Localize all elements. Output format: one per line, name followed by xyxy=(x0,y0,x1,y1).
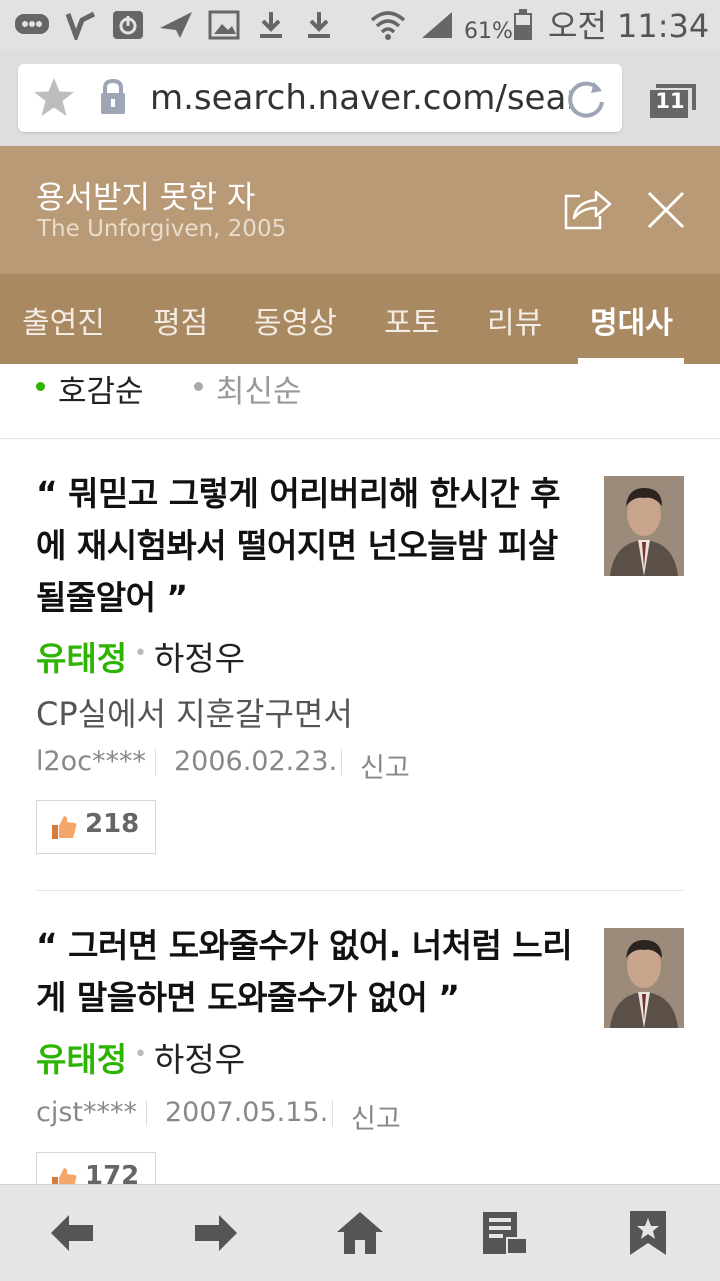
browser-bottom-nav xyxy=(0,1184,720,1281)
sort-popular[interactable]: 호감순 xyxy=(58,366,144,411)
sort-filter: 호감순 최신순 xyxy=(0,364,720,439)
like-button[interactable]: 218 xyxy=(36,800,156,854)
tab-video[interactable]: 동영상 xyxy=(254,298,337,342)
share-icon[interactable] xyxy=(562,184,614,236)
signal-icon xyxy=(420,10,454,40)
movie-header: 용서받지 못한 자 The Unforgiven, 2005 xyxy=(0,146,720,274)
download-icon xyxy=(256,10,286,40)
inactive-dot xyxy=(194,382,203,391)
tab-count: 11 xyxy=(655,89,685,113)
like-count: 218 xyxy=(85,809,140,839)
separator-dot: • xyxy=(134,1042,147,1067)
star-icon[interactable] xyxy=(32,76,76,122)
tab-review[interactable]: 리뷰 xyxy=(487,298,542,342)
close-icon[interactable] xyxy=(646,190,686,234)
active-dot xyxy=(36,382,45,391)
lock-icon xyxy=(98,78,128,120)
wifi-icon xyxy=(368,10,408,40)
reader-icon[interactable] xyxy=(474,1203,534,1263)
thumbs-up-icon xyxy=(51,814,77,844)
quote-scene: CP실에서 지훈갈구면서 xyxy=(36,695,353,733)
report-link[interactable]: 신고 xyxy=(360,746,410,785)
quote-text[interactable]: “ 그러면 도와줄수가 없어. 너처럼 느리게 말을하면 도와줄수가 없어 ” xyxy=(36,920,581,1024)
meta-divider xyxy=(155,749,156,775)
browser-toolbar: m.search.naver.com/search 11 xyxy=(0,50,720,146)
messenger-icon xyxy=(14,10,50,40)
forward-arrow-icon[interactable] xyxy=(186,1203,246,1263)
tab-rating[interactable]: 평점 xyxy=(153,298,208,342)
actor-thumbnail[interactable] xyxy=(604,476,684,576)
missed-call-icon xyxy=(64,10,98,40)
address-bar[interactable]: m.search.naver.com/search xyxy=(18,64,622,132)
refresh-icon[interactable] xyxy=(564,76,608,124)
post-date: 2006.02.23. xyxy=(174,746,338,777)
home-icon[interactable] xyxy=(330,1203,390,1263)
sort-latest[interactable]: 최신순 xyxy=(216,366,302,411)
character-name[interactable]: 유태정 xyxy=(36,1033,127,1081)
post-date: 2007.05.15. xyxy=(165,1097,329,1128)
image-icon xyxy=(208,10,240,40)
movie-subtitle: The Unforgiven, 2005 xyxy=(37,216,287,242)
url-text[interactable]: m.search.naver.com/search xyxy=(150,76,570,120)
meta-divider xyxy=(146,1100,147,1126)
quote-divider xyxy=(36,890,684,891)
tab-cast[interactable]: 출연진 xyxy=(22,298,105,342)
status-bar: 61% 오전 11:34 xyxy=(0,0,720,50)
download-icon xyxy=(304,10,334,40)
tab-photo[interactable]: 포토 xyxy=(384,298,439,342)
character-name[interactable]: 유태정 xyxy=(36,632,127,680)
bookmark-icon[interactable] xyxy=(618,1203,678,1263)
back-arrow-icon[interactable] xyxy=(42,1203,102,1263)
tab-bar: 출연진 평점 동영상 포토 리뷰 명대사 xyxy=(0,274,720,364)
quote-text[interactable]: “ 뭐믿고 그렇게 어리버리해 한시간 후에 재시험봐서 떨어지면 넌오늘밤 피… xyxy=(36,468,581,624)
author-id: l2oc**** xyxy=(36,746,147,777)
send-icon xyxy=(158,10,194,40)
meta-divider xyxy=(341,749,342,775)
meta-divider xyxy=(332,1100,333,1126)
report-link[interactable]: 신고 xyxy=(351,1097,401,1136)
power-icon xyxy=(112,10,144,40)
actor-thumbnail[interactable] xyxy=(604,928,684,1028)
tabs-icon[interactable]: 11 xyxy=(648,84,696,118)
tab-quotes[interactable]: 명대사 xyxy=(590,298,673,342)
actor-name[interactable]: 하정우 xyxy=(154,1033,245,1081)
actor-name[interactable]: 하정우 xyxy=(154,632,245,680)
separator-dot: • xyxy=(134,641,147,666)
movie-title: 용서받지 못한 자 xyxy=(36,180,256,216)
battery-percent: 61% xyxy=(464,19,513,44)
battery-icon xyxy=(512,9,534,40)
clock: 오전 11:34 xyxy=(548,7,710,45)
author-id: cjst**** xyxy=(36,1097,137,1128)
